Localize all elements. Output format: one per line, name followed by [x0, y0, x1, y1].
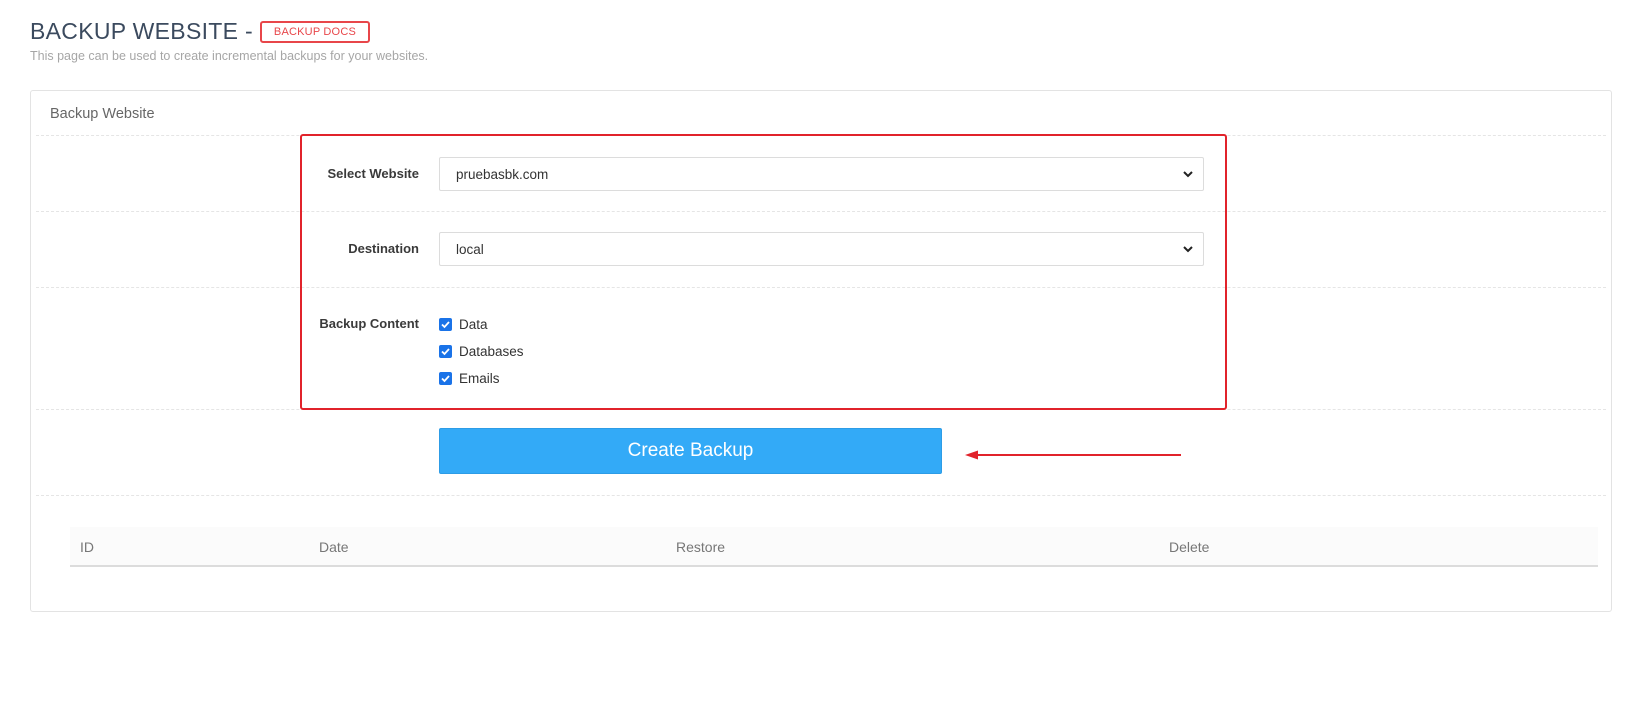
page-subtitle: This page can be used to create incremen…	[30, 49, 429, 63]
emails-checkbox[interactable]	[439, 372, 452, 385]
check-icon	[441, 348, 450, 356]
databases-checkbox-row[interactable]: Databases	[439, 344, 524, 359]
destination-value: local	[456, 241, 484, 257]
databases-checkbox[interactable]	[439, 345, 452, 358]
page-title: BACKUP WEBSITE -	[30, 18, 253, 44]
chevron-down-icon	[1182, 243, 1194, 255]
chevron-down-icon	[1182, 168, 1194, 180]
check-icon	[441, 321, 450, 329]
check-icon	[441, 375, 450, 383]
panel-title: Backup Website	[50, 106, 155, 122]
divider	[36, 495, 1606, 496]
emails-checkbox-label: Emails	[459, 371, 500, 386]
destination-dropdown[interactable]: local	[439, 232, 1204, 266]
select-website-value: pruebasbk.com	[456, 166, 549, 182]
emails-checkbox-row[interactable]: Emails	[439, 371, 500, 386]
data-checkbox-label: Data	[459, 317, 488, 332]
arrow-left-icon	[965, 450, 1181, 460]
destination-label: Destination	[348, 241, 419, 256]
create-backup-button[interactable]: Create Backup	[439, 428, 942, 474]
title-row: BACKUP WEBSITE - BACKUP DOCS	[30, 18, 428, 45]
select-website-dropdown[interactable]: pruebasbk.com	[439, 157, 1204, 191]
column-header-id: ID	[80, 539, 94, 555]
backups-table-header: ID Date Restore Delete	[70, 527, 1598, 567]
column-header-restore: Restore	[676, 539, 726, 555]
databases-checkbox-label: Databases	[459, 344, 524, 359]
column-header-delete: Delete	[1169, 539, 1210, 555]
data-checkbox-row[interactable]: Data	[439, 317, 488, 332]
backup-content-label: Backup Content	[319, 316, 419, 331]
backup-docs-link[interactable]: BACKUP DOCS	[259, 20, 370, 43]
page-header: BACKUP WEBSITE - BACKUP DOCS This page c…	[30, 18, 428, 63]
column-header-date: Date	[319, 539, 349, 555]
select-website-label: Select Website	[327, 166, 419, 181]
data-checkbox[interactable]	[439, 318, 452, 331]
